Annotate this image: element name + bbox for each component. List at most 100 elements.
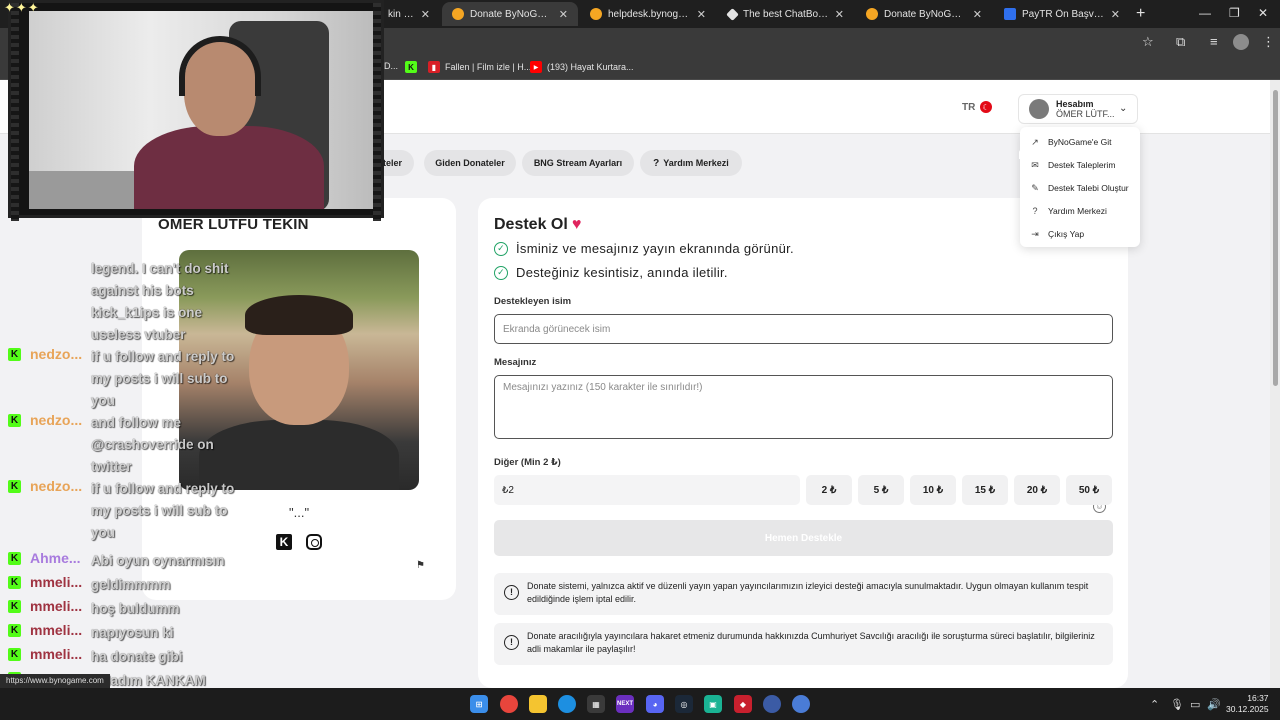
bookmark-item[interactable]: ▮ Fallen | Film izle | H... [428, 61, 531, 73]
language-selector[interactable]: TR [962, 102, 975, 113]
tab-title: PayTR Ön Başvuru Formu [1022, 8, 1105, 20]
discord-icon[interactable]: ◕ [646, 695, 664, 713]
kick-badge-icon: K [8, 480, 21, 493]
bynogame-favicon-icon [590, 8, 602, 20]
amount-label: Diğer (Min 2 ₺) [494, 457, 561, 468]
webcam-video [29, 11, 373, 209]
chat-text: and follow me @crashoverride on twitter [91, 412, 251, 478]
browser-tab[interactable]: PayTR Ön Başvuru Formu ✕ [994, 2, 1130, 26]
film-icon: ▮ [428, 61, 440, 73]
app-icon[interactable]: ▣ [704, 695, 722, 713]
feature-text: Desteğiniz kesintisiz, anında iletilir. [516, 265, 728, 280]
chat-text-line: kick_k1ips is one [91, 305, 203, 320]
chat-text-line: @crashoverride on [91, 437, 214, 452]
bookmark-item[interactable]: ▶ (193) Hayat Kurtara... [530, 61, 634, 73]
edge-icon[interactable] [558, 695, 576, 713]
close-tab-icon[interactable]: ✕ [1111, 8, 1120, 21]
pixel-border [373, 3, 381, 221]
browser-tab-active[interactable]: Donate ByNoGame - ÖM ✕ [442, 2, 578, 26]
amount-preset-button[interactable]: 15 ₺ [962, 475, 1008, 505]
instagram-icon[interactable] [306, 534, 322, 550]
menu-item-go-bynogame[interactable]: ↗ ByNoGame'e Git [1020, 131, 1140, 153]
windows-start-icon[interactable]: ⊞ [470, 695, 488, 713]
close-tab-icon[interactable]: ✕ [559, 8, 568, 21]
browser-tab[interactable]: Donate ByNoGame - ÖM ✕ [856, 2, 992, 26]
submit-donation-button[interactable]: Hemen Destekle [494, 520, 1113, 556]
account-dropdown-menu: ↗ ByNoGame'e Git ✉ Destek Taleplerim ✎ D… [1020, 127, 1140, 247]
browser-profile-avatar[interactable] [1233, 34, 1249, 50]
chrome-profile-icon[interactable] [792, 695, 810, 713]
bookmark-star-icon[interactable]: ☆ [1142, 34, 1154, 50]
taskbar-clock[interactable]: 16:37 30.12.2025 [1226, 693, 1269, 715]
new-tab-icon[interactable]: + [1136, 5, 1145, 23]
report-flag-icon[interactable]: ⚑ [416, 560, 425, 571]
kick-icon[interactable]: K [276, 534, 292, 550]
nav-tab-stream-settings[interactable]: BNG Stream Ayarları [522, 150, 634, 176]
kick-next-icon[interactable]: NEXT [616, 695, 634, 713]
chat-username: mmeli... [30, 646, 83, 662]
amount-preset-button[interactable]: 10 ₺ [910, 475, 956, 505]
amount-preset-button[interactable]: 2 ₺ [806, 475, 852, 505]
browser-tab[interactable]: The best ChatBot and Wi ✕ [718, 2, 854, 26]
account-menu-button[interactable]: Hesabım ÖMER LÜTF... ⌄ [1018, 94, 1138, 124]
file-explorer-icon[interactable] [529, 695, 547, 713]
pixel-border [11, 3, 19, 221]
menu-item-my-tickets[interactable]: ✉ Destek Taleplerim [1020, 154, 1140, 176]
tray-chevron-icon[interactable]: ⌃ [1150, 698, 1159, 711]
chat-text-line: my posts i will sub to [91, 371, 228, 386]
avatar [1029, 99, 1049, 119]
close-tab-icon[interactable]: ✕ [835, 8, 844, 21]
supporter-name-input[interactable] [494, 314, 1113, 344]
browser-menu-icon[interactable]: ⋮ [1262, 34, 1275, 50]
chrome-profile-icon[interactable] [763, 695, 781, 713]
amount-preset-button[interactable]: 20 ₺ [1014, 475, 1060, 505]
kick-badge-icon: K [8, 414, 21, 427]
chat-text-line: if u follow and reply to [91, 481, 235, 496]
webcam-frame [8, 0, 384, 221]
speaker-icon[interactable]: 🔊 [1207, 698, 1221, 711]
chat-text-line: my posts i will sub to [91, 503, 228, 518]
close-window-icon[interactable]: ✕ [1258, 6, 1268, 20]
restore-icon[interactable]: ❐ [1229, 6, 1240, 20]
message-textarea[interactable] [494, 375, 1113, 439]
notice-text: Donate sistemi, yalnızca aktif ve düzenl… [527, 581, 1089, 604]
nav-tab-outgoing-donations[interactable]: Giden Donateler [424, 150, 516, 176]
microphone-icon[interactable]: 🎙 [1170, 698, 1184, 711]
page-scrollbar[interactable] [1270, 80, 1280, 688]
chat-text-line: against his bots [91, 283, 194, 298]
photo-shape [245, 295, 353, 335]
amount-input[interactable]: ₺2 [494, 475, 800, 505]
media-controls-icon[interactable]: ≡ [1210, 34, 1218, 49]
extensions-icon[interactable]: ⧉ [1176, 34, 1185, 50]
bookmark-label: D... [384, 61, 399, 71]
menu-item-create-ticket[interactable]: ✎ Destek Talebi Oluştur [1020, 177, 1140, 199]
minimize-icon[interactable]: — [1199, 6, 1211, 20]
scrollbar-thumb[interactable] [1273, 90, 1278, 386]
chat-text: Abi oyun oynarmısın [91, 550, 251, 572]
close-tab-icon[interactable]: ✕ [421, 8, 430, 21]
amount-preset-button[interactable]: 50 ₺ [1066, 475, 1112, 505]
nav-tab-label: Yardım Merkezi [663, 158, 729, 168]
donate-title-text: Destek Ol [494, 216, 568, 233]
bookmark-label: (193) Hayat Kurtara... [547, 62, 634, 72]
monitor-icon[interactable]: ▭ [1190, 698, 1200, 711]
amount-preset-button[interactable]: 5 ₺ [858, 475, 904, 505]
app-icon[interactable]: ◆ [734, 695, 752, 713]
browser-tab[interactable]: helpdesk.bynogame.com ✕ [580, 2, 716, 26]
chat-text: napıyosun ki [91, 622, 251, 644]
chat-text-line: hoş buldumm [91, 601, 180, 616]
nav-tab-help-center[interactable]: ? Yardım Merkezi [640, 150, 742, 176]
bookmark-item[interactable]: D... [384, 61, 398, 71]
chrome-icon[interactable] [500, 695, 518, 713]
turkey-flag-icon[interactable]: ☾ [980, 101, 992, 113]
menu-item-logout[interactable]: ⇥ Çıkış Yap [1020, 223, 1140, 245]
close-tab-icon[interactable]: ✕ [973, 8, 982, 21]
browser-tab[interactable]: kin - Dan ✕ [378, 2, 440, 26]
kick-badge-icon: K [8, 552, 21, 565]
store-icon[interactable]: ▦ [587, 695, 605, 713]
bookmark-kick[interactable]: K [405, 61, 417, 73]
close-tab-icon[interactable]: ✕ [697, 8, 706, 21]
steam-icon[interactable]: ◎ [675, 695, 693, 713]
menu-item-help-center[interactable]: ? Yardım Merkezi [1020, 200, 1140, 222]
message-label: Mesajınız [494, 357, 537, 368]
